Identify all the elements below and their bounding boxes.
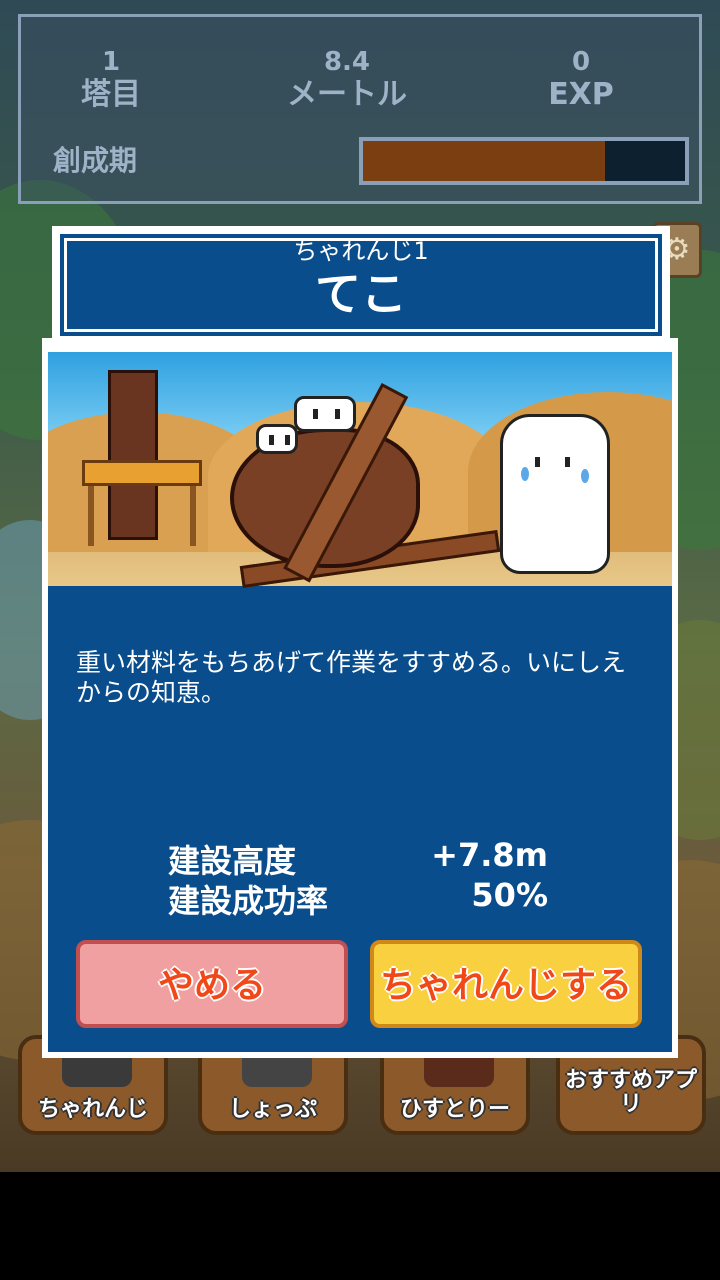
exp-value: 0 [571,47,591,77]
exp-label: EXP [548,77,614,112]
workbench-leg [88,486,94,546]
game-screen: 1 塔目 8.4 メートル 0 EXP 創成期 ⚙ ちゃれんじ しょっぷ ひすと… [0,0,720,1280]
workbench-leg [190,486,196,546]
menu-label: しょっぷ [228,1097,317,1122]
challenge-button[interactable]: ちゃれんじする [370,940,642,1028]
challenge-number: ちゃれんじ1 [293,237,429,265]
era-progress-fill [363,141,605,181]
stat-row-success-rate: 建設成功率 50% [168,876,558,920]
menu-label: ちゃれんじ [37,1097,148,1122]
floor-value: 1 [101,47,121,77]
challenge-title: てこ [315,267,407,321]
exp-stat: 0 EXP [501,47,661,113]
challenge-description: 重い材料をもちあげて作業をすすめる。いにしえからの知恵。 [76,648,627,707]
small-cat-sprite [256,424,298,454]
stat-value: +7.8m [431,836,548,874]
menu-label: おすすめアプリ [564,1068,697,1117]
height-value: 8.4 [323,47,371,77]
era-label: 創成期 [53,144,138,177]
height-stat: 8.4 メートル [267,47,427,113]
pushing-cat-sprite [500,414,610,574]
height-label: メートル [287,77,407,112]
stat-label: 建設成功率 [168,882,329,920]
era-progress-bar [359,137,689,185]
dialog-title-box: ちゃれんじ1 てこ [52,226,670,344]
stat-row-height: 建設高度 +7.8m [168,836,558,880]
small-cat-sprite [294,396,356,432]
tower-sprite [108,370,158,540]
workbench-sprite [82,460,202,486]
stat-value: 50% [471,876,548,914]
hud-panel: 1 塔目 8.4 メートル 0 EXP 創成期 [18,14,702,204]
menu-label: ひすとりー [399,1097,510,1122]
cancel-button[interactable]: やめる [76,940,348,1028]
navigation-bar-area [0,1172,720,1280]
floor-stat: 1 塔目 [31,47,191,113]
floor-label: 塔目 [81,77,141,112]
